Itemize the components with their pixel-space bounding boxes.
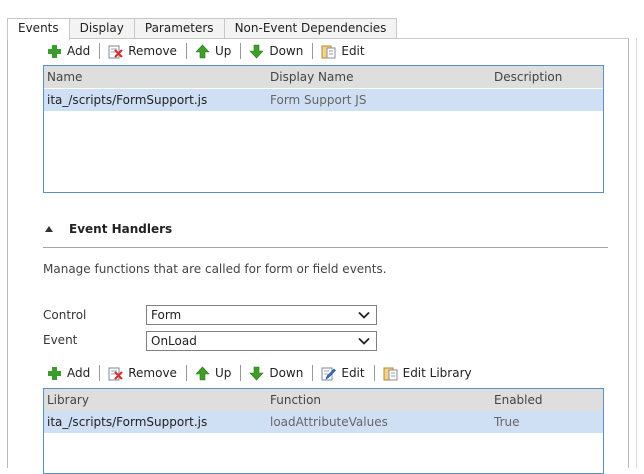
library-down-button[interactable]: Down bbox=[245, 41, 308, 61]
tab-divider bbox=[7, 38, 629, 39]
handler-edit-label: Edit bbox=[341, 366, 365, 380]
event-handlers-description: Manage functions that are called for for… bbox=[43, 262, 387, 276]
library-edit-button[interactable]: Edit bbox=[317, 41, 369, 61]
remove-icon bbox=[108, 367, 124, 380]
toolbar-separator bbox=[240, 43, 242, 59]
library-toolbar: Add Remove Up Down Edit bbox=[43, 41, 370, 61]
row-display-name: Form Support JS bbox=[270, 93, 367, 107]
control-label: Control bbox=[43, 308, 87, 322]
event-select[interactable]: OnLoad bbox=[146, 331, 377, 351]
plus-icon bbox=[48, 44, 61, 58]
column-header-library[interactable]: Library bbox=[47, 389, 89, 411]
toolbar-separator bbox=[373, 365, 375, 381]
toolbar-separator bbox=[185, 365, 187, 381]
event-label: Event bbox=[43, 333, 78, 347]
handler-down-label: Down bbox=[269, 366, 304, 380]
handler-remove-button[interactable]: Remove bbox=[104, 363, 182, 383]
plus-icon bbox=[48, 366, 61, 380]
toolbar-separator bbox=[312, 43, 314, 59]
handler-edit-library-button[interactable]: Edit Library bbox=[379, 363, 477, 383]
handler-grid: Library Function Enabled ita_/scripts/Fo… bbox=[43, 388, 604, 474]
column-header-description[interactable]: Description bbox=[494, 66, 562, 88]
library-remove-button[interactable]: Remove bbox=[104, 41, 182, 61]
chevron-down-icon bbox=[358, 311, 370, 319]
table-row[interactable]: ita_/scripts/FormSupport.js Form Support… bbox=[44, 89, 603, 111]
handler-toolbar: Add Remove Up Down Edit Edit Library bbox=[43, 363, 477, 383]
toolbar-separator bbox=[185, 43, 187, 59]
edit-icon bbox=[321, 367, 337, 380]
handler-down-button[interactable]: Down bbox=[245, 363, 308, 383]
panel-border-left bbox=[7, 38, 8, 468]
control-select-value: Form bbox=[151, 308, 182, 322]
library-down-label: Down bbox=[269, 44, 304, 58]
library-up-button[interactable]: Up bbox=[191, 41, 236, 61]
arrow-up-icon bbox=[195, 366, 210, 380]
handler-up-button[interactable]: Up bbox=[191, 363, 236, 383]
tab-non-event-dependencies[interactable]: Non-Event Dependencies bbox=[223, 18, 398, 39]
row-name: ita_/scripts/FormSupport.js bbox=[47, 93, 208, 107]
row-library: ita_/scripts/FormSupport.js bbox=[47, 415, 208, 429]
library-remove-label: Remove bbox=[128, 44, 177, 58]
edit-icon bbox=[321, 45, 336, 58]
library-grid: Name Display Name Description ita_/scrip… bbox=[43, 65, 604, 193]
arrow-up-icon bbox=[195, 44, 210, 58]
toolbar-separator bbox=[240, 365, 242, 381]
library-up-label: Up bbox=[214, 44, 232, 58]
column-header-name[interactable]: Name bbox=[47, 66, 82, 88]
collapse-triangle-icon[interactable] bbox=[45, 226, 53, 232]
library-icon bbox=[383, 367, 398, 380]
remove-icon bbox=[108, 45, 124, 58]
tab-events[interactable]: Events bbox=[7, 18, 70, 40]
toolbar-separator bbox=[99, 365, 101, 381]
tab-display[interactable]: Display bbox=[68, 18, 135, 39]
handler-edit-library-label: Edit Library bbox=[402, 366, 472, 380]
row-function: loadAttributeValues bbox=[270, 415, 388, 429]
chevron-down-icon bbox=[358, 337, 370, 345]
section-divider bbox=[43, 247, 608, 248]
library-grid-header: Name Display Name Description bbox=[44, 66, 603, 88]
library-edit-label: Edit bbox=[341, 44, 365, 58]
panel-border-right bbox=[628, 38, 629, 468]
handler-add-label: Add bbox=[67, 366, 91, 380]
handler-up-label: Up bbox=[214, 366, 232, 380]
arrow-down-icon bbox=[249, 44, 265, 58]
tab-strip: Events Display Parameters Non-Event Depe… bbox=[7, 18, 398, 40]
table-row[interactable]: ita_/scripts/FormSupport.js loadAttribut… bbox=[44, 411, 603, 433]
handler-edit-button[interactable]: Edit bbox=[317, 363, 369, 383]
arrow-down-icon bbox=[249, 366, 265, 380]
column-header-display-name[interactable]: Display Name bbox=[270, 66, 353, 88]
library-add-label: Add bbox=[67, 44, 91, 58]
column-header-enabled[interactable]: Enabled bbox=[494, 389, 543, 411]
handler-add-button[interactable]: Add bbox=[43, 363, 95, 383]
toolbar-separator bbox=[99, 43, 101, 59]
scroll-track[interactable] bbox=[636, 38, 637, 468]
control-select[interactable]: Form bbox=[146, 305, 377, 325]
tab-parameters[interactable]: Parameters bbox=[133, 18, 225, 39]
event-handlers-title: Event Handlers bbox=[69, 222, 173, 236]
column-header-function[interactable]: Function bbox=[270, 389, 321, 411]
handler-remove-label: Remove bbox=[128, 366, 177, 380]
event-handlers-header[interactable]: Event Handlers bbox=[45, 221, 172, 237]
library-add-button[interactable]: Add bbox=[43, 41, 95, 61]
row-enabled: True bbox=[494, 415, 520, 429]
handler-grid-header: Library Function Enabled bbox=[44, 389, 603, 411]
toolbar-separator bbox=[312, 365, 314, 381]
event-select-value: OnLoad bbox=[151, 334, 197, 348]
